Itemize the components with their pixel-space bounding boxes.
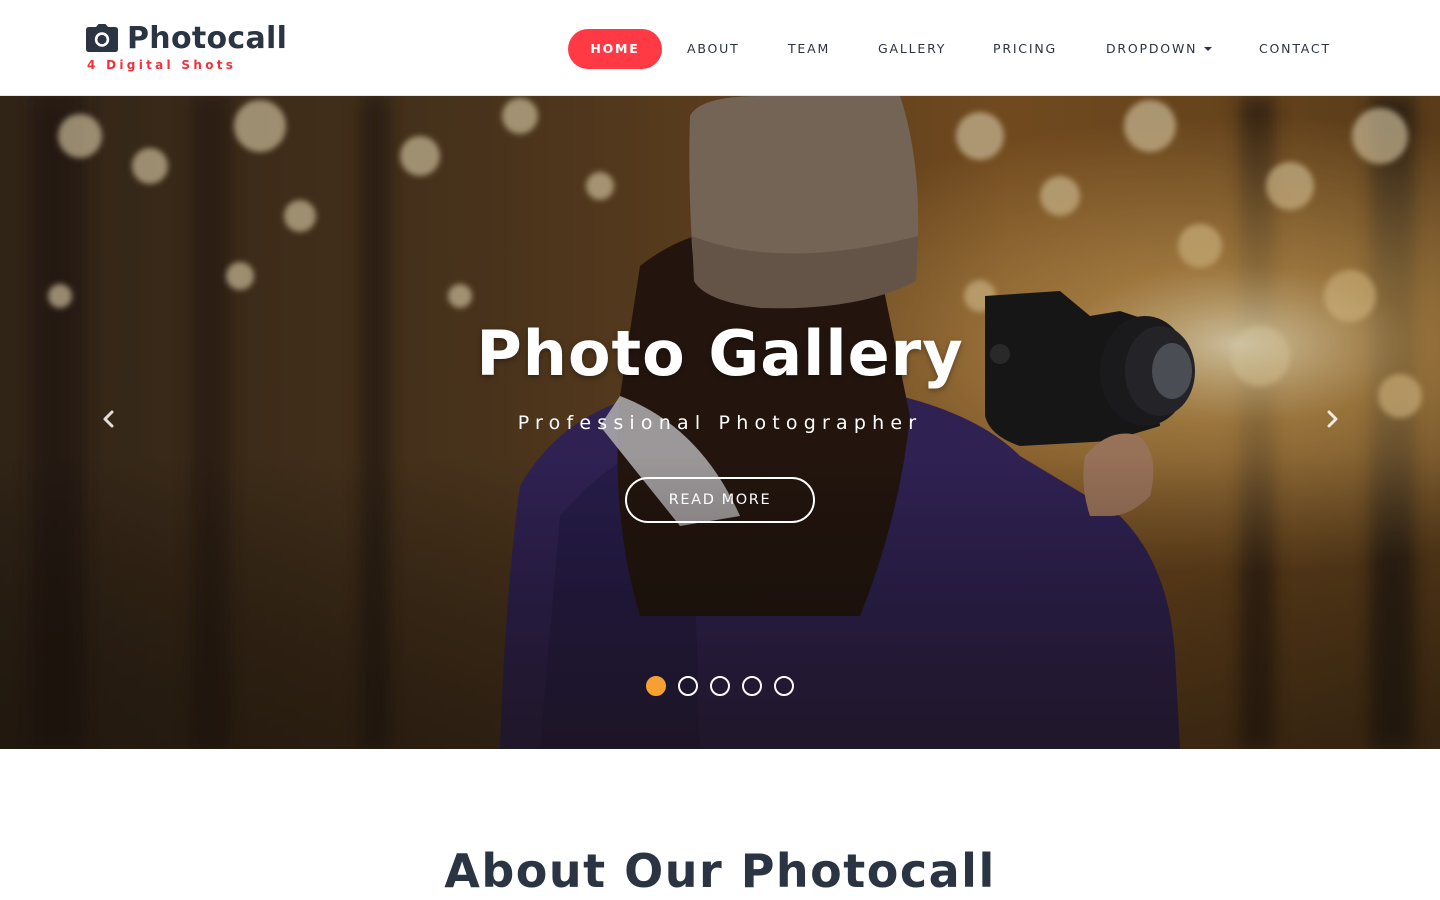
about-section-title: About Our Photocall — [444, 844, 996, 898]
caret-down-icon — [1204, 46, 1213, 51]
hero-slider: Photo Gallery Professional Photographer … — [0, 96, 1440, 749]
hero-subtitle: Professional Photographer — [517, 412, 923, 434]
nav-dropdown[interactable]: DROPDOWN — [1106, 29, 1213, 69]
nav-gallery[interactable]: GALLERY — [878, 29, 946, 69]
brand-name: Photocall — [127, 21, 288, 56]
chevron-left-icon — [103, 410, 114, 428]
nav-team[interactable]: TEAM — [788, 29, 830, 69]
brand-tagline: 4 Digital Shots — [87, 58, 237, 72]
nav-about[interactable]: ABOUT — [687, 29, 740, 69]
brand-logo-link[interactable]: Photocall 4 Digital Shots — [86, 20, 296, 76]
slider-indicators — [646, 676, 806, 696]
slider-next-button[interactable] — [1317, 404, 1347, 434]
slider-dot-5[interactable] — [774, 676, 794, 696]
slider-dot-1[interactable] — [646, 676, 666, 696]
nav-dropdown-label: DROPDOWN — [1106, 41, 1198, 56]
site-header: Photocall 4 Digital Shots HOME ABOUT TEA… — [0, 0, 1440, 96]
slider-dot-4[interactable] — [742, 676, 762, 696]
camera-icon — [86, 24, 118, 52]
main-nav: HOME ABOUT TEAM GALLERY PRICING DROPDOWN… — [568, 29, 1329, 69]
slider-dot-3[interactable] — [710, 676, 730, 696]
nav-pricing[interactable]: PRICING — [993, 29, 1057, 69]
slider-prev-button[interactable] — [94, 404, 124, 434]
slider-dot-2[interactable] — [678, 676, 698, 696]
read-more-button[interactable]: READ MORE — [625, 477, 815, 523]
nav-contact[interactable]: CONTACT — [1259, 29, 1331, 69]
nav-home[interactable]: HOME — [568, 29, 662, 69]
chevron-right-icon — [1327, 410, 1338, 428]
hero-title: Photo Gallery — [476, 317, 964, 390]
